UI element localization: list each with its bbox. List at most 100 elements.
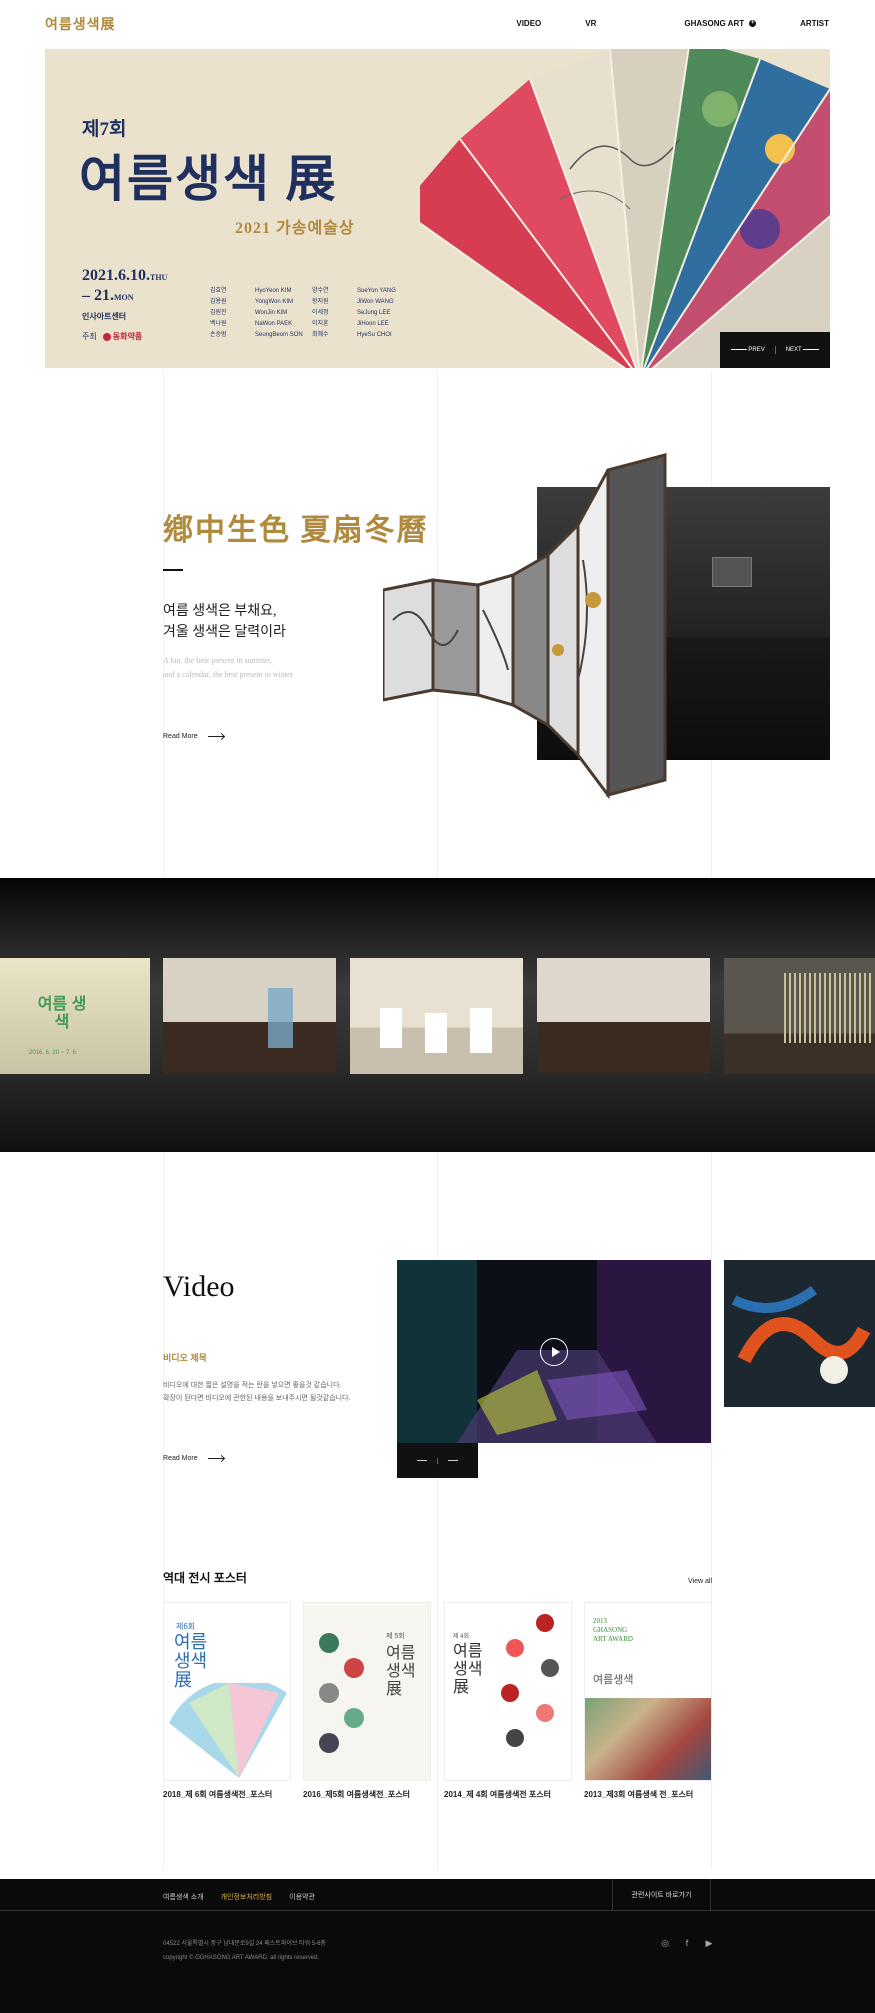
artist-name: 김효연 [210, 288, 227, 294]
hero-title: 여름생색 展 [79, 151, 338, 207]
arrow-right-icon [207, 736, 224, 737]
poster-edition: 2013 GHASONG ART AWARD [593, 1617, 633, 1643]
footer-copyright: copyright © GGHASONG ART AWARD. all righ… [163, 1955, 320, 1961]
video-player[interactable] [397, 1260, 711, 1443]
youtube-icon[interactable]: ▶ [704, 1938, 714, 1949]
poster-fan-graphic [501, 1614, 559, 1747]
footer-link-privacy[interactable]: 개인정보처리방침 [221, 1892, 273, 1902]
poster-card[interactable]: 제6회 여름 생색 展 [163, 1602, 291, 1781]
artist-name-en: SeJung LEE [357, 310, 391, 316]
poster-caption[interactable]: 2014_제 4회 여름생색전 포스터 [444, 1789, 551, 1800]
pedestal [425, 1013, 447, 1053]
poster-card[interactable]: 제 5회 여름 생색 展 [303, 1602, 431, 1781]
artist-name-en: HyoYeon KIM [255, 288, 292, 294]
gallery-thumb[interactable] [350, 958, 523, 1074]
view-all-link[interactable]: View all [688, 1578, 712, 1585]
video-prev-button[interactable] [417, 1460, 427, 1461]
facebook-icon[interactable]: f [682, 1938, 692, 1949]
gallery-thumb[interactable] [724, 958, 875, 1074]
video-next-thumbnail[interactable] [724, 1260, 875, 1407]
nav-video[interactable]: VIDEO [516, 19, 541, 28]
divider [437, 1457, 438, 1464]
poster-caption[interactable]: 2013_제3회 여름생색 전_포스터 [584, 1789, 693, 1800]
host-name: 동화약품 [112, 332, 143, 341]
date-start-text: 2021.6.10. [82, 267, 150, 284]
poster-edition: 제 5회 [386, 1633, 405, 1640]
hero-date-start: 2021.6.10.THU [82, 267, 167, 285]
date-start-day: THU [150, 273, 168, 282]
social-links: ◎ f ▶ [660, 1938, 714, 1949]
arrow-left-icon [730, 348, 747, 350]
host-logo: 동화약품 [102, 331, 143, 342]
pedestal [470, 1008, 492, 1053]
artist-name: 김용원 [210, 299, 227, 305]
poster-card[interactable]: 제 4회 여름 생색 展 [444, 1602, 572, 1781]
read-more-label: Read More [163, 1455, 198, 1462]
gallery-thumb[interactable] [163, 958, 336, 1074]
poster-fan-graphic [169, 1683, 287, 1778]
nav-ghasong-art[interactable]: GHASONG ART + [640, 19, 757, 28]
video-read-more-link[interactable]: Read More [163, 1455, 224, 1462]
artist-name: 손승범 [210, 332, 227, 338]
nav-ghasong-art-label: GHASONG ART [684, 19, 745, 28]
abstract-painting [724, 1260, 875, 1407]
poster-title: 여름 생색 展 [386, 1645, 416, 1698]
family-site-select[interactable]: 관련사이트 바로가기 [612, 1879, 711, 1911]
artist-name: 이세정 [312, 310, 329, 316]
intro-english-text: A fan, the best present in summer, and a… [163, 654, 293, 682]
arrow-right-icon [803, 348, 820, 350]
prev-label: PREV [748, 347, 765, 353]
intro-en-line: and a calendar, the best present in wint… [163, 670, 294, 679]
poster-edition: 제6회 [176, 1622, 196, 1631]
nav-artist[interactable]: ARTIST [800, 19, 829, 28]
artist-name-en: SeungBeom SON [255, 332, 303, 338]
hero-next-button[interactable]: NEXT [786, 347, 820, 353]
footer-link-about[interactable]: 여름생색 소개 [163, 1892, 204, 1902]
hero-subtitle: 2021 가송예술상 [235, 220, 355, 237]
hero-edition: 제7회 [82, 119, 127, 140]
footer-link-terms[interactable]: 이용약관 [289, 1892, 315, 1902]
intro-ko-line: 여름 생색은 부채요, [163, 604, 277, 619]
artist-name-en: WonJin KIM [255, 310, 288, 316]
gallery-thumb[interactable] [537, 958, 710, 1074]
artist-name: 이지훈 [312, 321, 329, 327]
poster-caption[interactable]: 2018_제 6회 여름생색전_포스터 [163, 1789, 272, 1800]
hero-prev-button[interactable]: PREV [730, 347, 765, 353]
plus-circle-icon: + [749, 20, 757, 27]
hero-slider-nav: PREV NEXT [720, 332, 830, 368]
divider [774, 346, 776, 354]
artist-name: 최혜수 [312, 332, 329, 338]
artist-name-en: JiWon WANG [357, 299, 394, 305]
footer-bar: 여름생색 소개 개인정보처리방침 이용약관 관련사이트 바로가기 [0, 1879, 875, 1911]
poster-card[interactable]: 2013 GHASONG ART AWARD 여름생색 [584, 1602, 712, 1781]
main-nav: VIDEO VR GHASONG ART + ARTIST [472, 19, 829, 28]
artist-name-en: YongWon KIM [255, 299, 294, 305]
artist-name: 양수연 [312, 288, 329, 294]
intro-en-line: A fan, the best present in summer, [163, 656, 272, 665]
gallery-thumb[interactable]: 여름 생색 2016. 6. 20 ~ 7. 6 [0, 958, 150, 1074]
video-desc-line: 비디오에 대한 짧은 설명을 적는 란을 넣으면 좋을것 같습니다. [163, 1382, 342, 1389]
artist-name-en: NaWon PAEK [255, 321, 293, 327]
pedestal [380, 1008, 402, 1048]
nav-vr[interactable]: VR [585, 19, 596, 28]
intro-read-more-link[interactable]: Read More [163, 733, 224, 740]
wall-artwork [712, 557, 752, 587]
play-button[interactable] [540, 1338, 568, 1366]
read-more-label: Read More [163, 733, 198, 740]
hero-host: 주최 동화약품 [82, 331, 142, 342]
intro-korean-text: 여름 생색은 부채요, 겨울 생색은 달력이라 [163, 601, 286, 643]
poster-fan-graphic [319, 1633, 364, 1753]
site-logo[interactable]: 여름생색展 [45, 14, 116, 34]
video-next-button[interactable] [448, 1460, 458, 1461]
hero-date-end: – 21.MON [82, 287, 134, 305]
artist-name-en: JiHoon LEE [357, 321, 389, 327]
video-slider-nav [397, 1443, 478, 1478]
instagram-icon[interactable]: ◎ [660, 1938, 670, 1949]
artist-name-en: HyeSu CHOI [357, 332, 392, 338]
poster-caption[interactable]: 2016_제5회 여름생색전_포스터 [303, 1789, 410, 1800]
artist-name: 김원진 [210, 310, 227, 316]
poster-title: 여름 생색 展 [453, 1643, 483, 1696]
host-logo-mark-icon [102, 332, 111, 341]
host-label: 주최 [82, 332, 97, 341]
hero-banner: 제7회 여름생색 展 2021 가송예술상 2021.6.10.THU – 21… [45, 49, 830, 368]
